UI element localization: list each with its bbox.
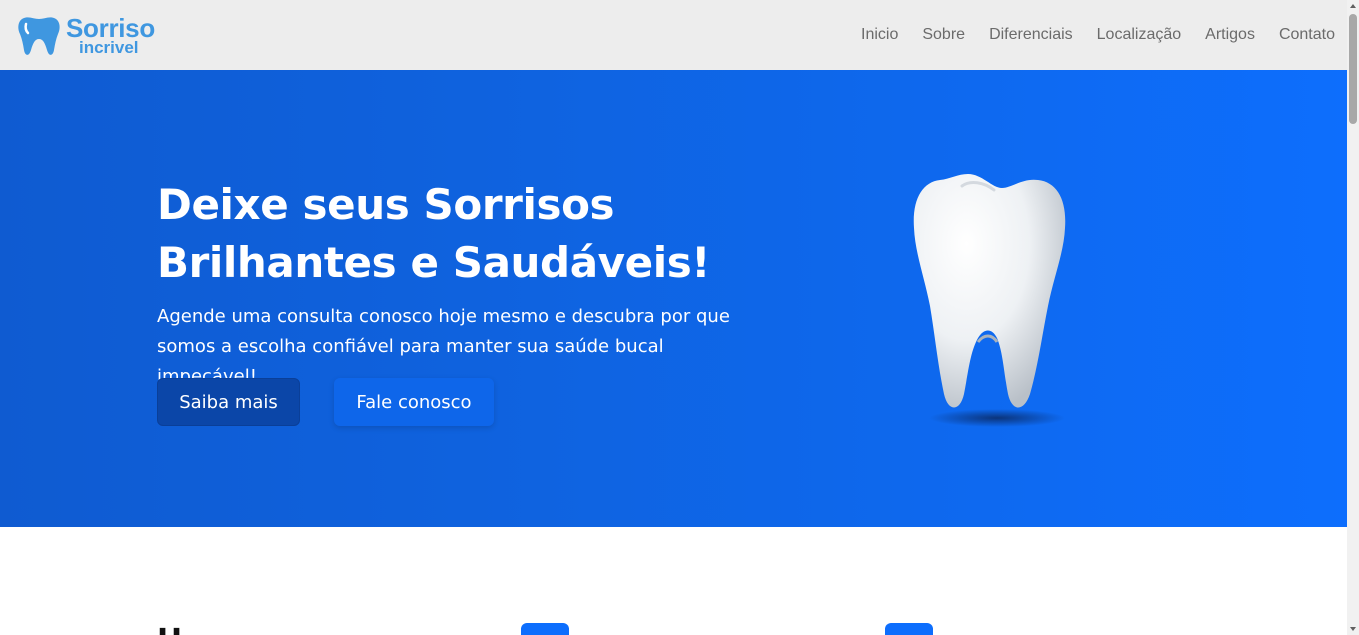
nav-contato[interactable]: Contato: [1279, 24, 1335, 46]
page: Sorriso incrivel Inicio Sobre Diferencia…: [0, 0, 1347, 635]
site-header: Sorriso incrivel Inicio Sobre Diferencia…: [0, 0, 1347, 70]
saiba-mais-button[interactable]: Saiba mais: [157, 378, 300, 426]
feature-icon-box: [521, 623, 569, 635]
logo[interactable]: Sorriso incrivel: [16, 12, 176, 60]
hero-text: Deixe seus Sorrisos Brilhantes e Saudáve…: [157, 176, 777, 392]
nav-localizacao[interactable]: Localização: [1097, 24, 1182, 46]
hero-title-line1: Deixe seus Sorrisos: [157, 180, 615, 229]
section-heading: H: [157, 623, 182, 635]
content-section: H: [0, 527, 1347, 635]
logo-subtitle: incrivel: [79, 38, 139, 57]
tooth-icon: [18, 17, 60, 55]
fale-conosco-button[interactable]: Fale conosco: [334, 378, 494, 426]
feature-icon-box: [885, 623, 933, 635]
main-nav: Inicio Sobre Diferenciais Localização Ar…: [861, 24, 1335, 46]
hero-section: Deixe seus Sorrisos Brilhantes e Saudáve…: [0, 70, 1347, 527]
hero-title: Deixe seus Sorrisos Brilhantes e Saudáve…: [157, 176, 777, 292]
scrollbar-thumb[interactable]: [1349, 14, 1357, 124]
nav-inicio[interactable]: Inicio: [861, 24, 898, 46]
hero-subtitle-line1: Agende uma consulta conosco hoje mesmo e…: [157, 306, 730, 327]
vertical-scrollbar[interactable]: [1347, 0, 1359, 635]
hero-title-line2: Brilhantes e Saudáveis!: [157, 238, 711, 287]
nav-sobre[interactable]: Sobre: [922, 24, 965, 46]
scroll-up-arrow-icon[interactable]: [1347, 0, 1359, 12]
tooth-illustration: [913, 174, 1066, 427]
hero-buttons: Saiba mais Fale conosco: [157, 378, 494, 426]
nav-artigos[interactable]: Artigos: [1205, 24, 1255, 46]
nav-diferenciais[interactable]: Diferenciais: [989, 24, 1073, 46]
scroll-down-arrow-icon[interactable]: [1347, 623, 1359, 635]
